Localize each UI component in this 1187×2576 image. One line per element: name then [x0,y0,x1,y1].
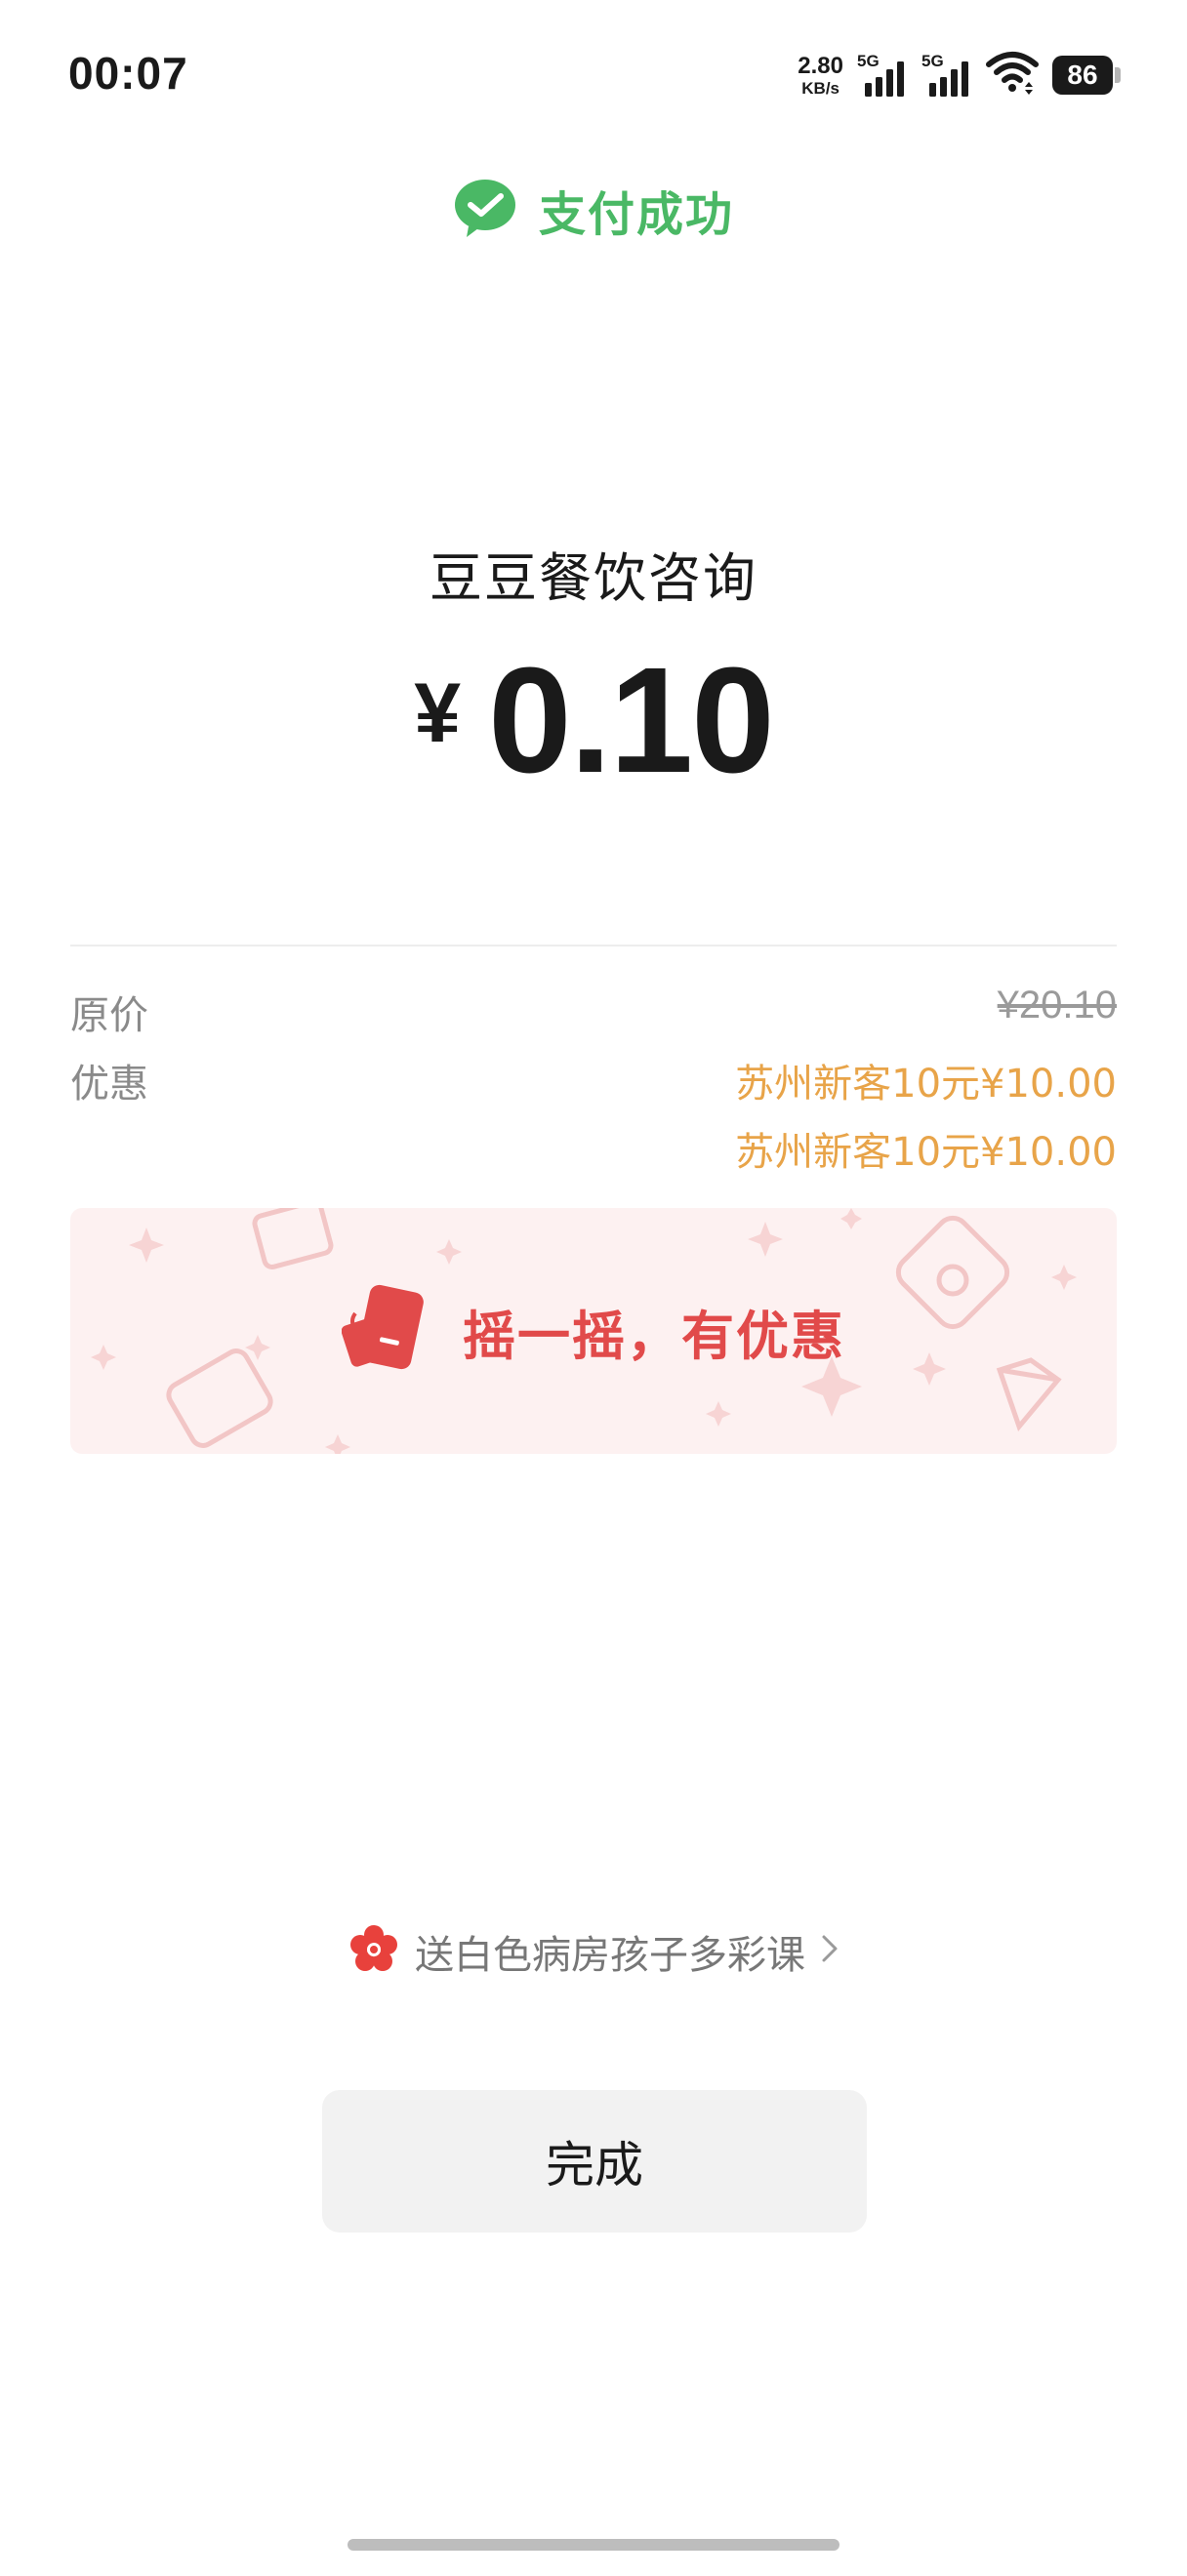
status-time: 00:07 [68,48,188,99]
original-price-value: ¥20.10 [997,984,1117,1026]
discount-item: 苏州新客10元¥10.00 [735,1062,1117,1107]
network-speed-unit: KB/s [801,78,839,98]
battery-level: 86 [1052,56,1113,95]
merchant-name: 豆豆餐饮咨询 [430,547,757,609]
signal-icon-2: 5G [921,52,972,99]
payment-status-text: 支付成功 [538,187,734,242]
charity-text: 送白色病房孩子多彩课 [415,1933,805,1978]
currency-symbol: ¥ [414,666,462,760]
amount-value: 0.10 [488,636,775,804]
network-speed: 2.80 KB/s [798,52,843,98]
status-bar: 00:07 2.80 KB/s 5G 5G 86 [0,0,1187,137]
chevron-right-icon [821,1932,839,1972]
home-indicator[interactable] [348,2539,839,2551]
divider [70,945,1117,946]
charity-link[interactable]: 送白色病房孩子多彩课 [0,1922,1187,1981]
original-price-row: 原价 ¥20.10 [70,984,1117,1038]
discount-row: 优惠 苏州新客10元¥10.00 [70,1052,1117,1107]
payment-amount: ¥ 0.10 [0,634,1187,807]
wifi-icon [986,51,1039,100]
battery-icon: 86 [1052,56,1121,95]
wechat-check-icon [453,178,517,242]
network-speed-value: 2.80 [798,52,843,79]
discount-row-2: 苏州新客10元¥10.00 [70,1120,1117,1175]
original-price-label: 原价 [70,993,148,1038]
shake-promo-text: 摇一摇，有优惠 [463,1305,845,1367]
status-icons: 2.80 KB/s 5G 5G 86 [798,51,1121,100]
payment-status: 支付成功 [0,176,1187,244]
done-button[interactable]: 完成 [322,2090,867,2233]
signal-icon: 5G [857,52,908,99]
discount-label: 优惠 [70,1062,148,1107]
payment-success-screen: 00:07 2.80 KB/s 5G 5G 86 支付成功 豆豆餐饮咨询 ¥ 0… [0,0,1187,2576]
discount-item: 苏州新客10元¥10.00 [735,1130,1117,1175]
flower-icon [348,1924,399,1979]
shake-promo-content: 摇一摇，有优惠 [70,1208,1117,1454]
shake-promo-banner[interactable]: 摇一摇，有优惠 [70,1208,1117,1454]
shake-phone-icon [341,1282,435,1380]
